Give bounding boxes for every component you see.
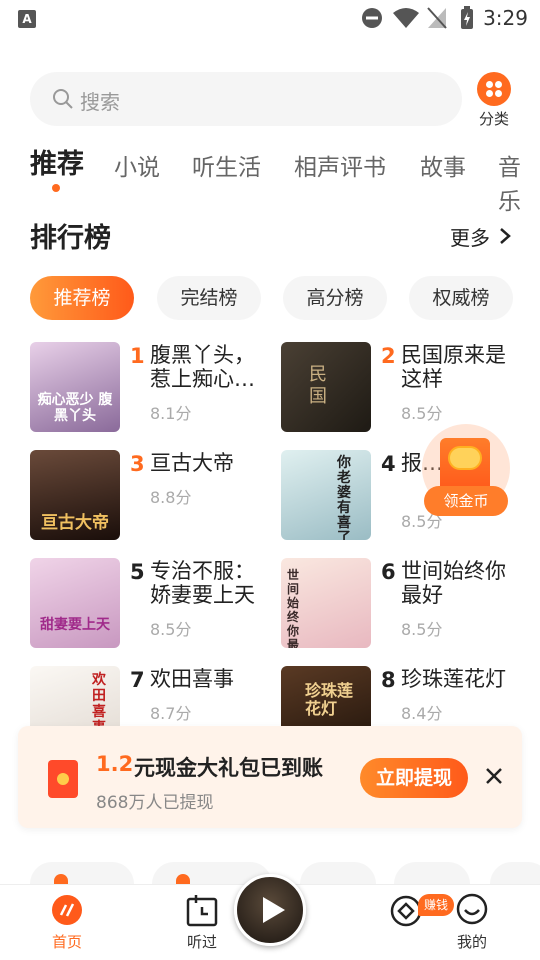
rank-number: 3 [130, 452, 145, 476]
wifi-icon [393, 8, 419, 28]
close-icon[interactable] [484, 766, 504, 786]
nav-history[interactable]: 听过 [162, 885, 242, 960]
book-cover: 你老婆有喜了 [281, 450, 371, 540]
book-item[interactable]: 甜妻要上天 5 专治不服：娇妻要上天 8.5分 [30, 558, 270, 650]
nav-home[interactable]: 首页 [27, 885, 107, 960]
status-bar: A 3:29 [0, 0, 540, 38]
book-title: 腹黑丫头，惹上痴心… [150, 343, 255, 391]
book-score: 8.8分 [150, 488, 192, 507]
book-item[interactable]: 亘古大帝 3 亘古大帝 8.8分 [30, 450, 270, 542]
rank-number: 8 [381, 668, 396, 692]
book-score: 8.5分 [150, 620, 192, 639]
tab-crosstalk[interactable]: 相声评书 [294, 148, 386, 182]
rank-number: 5 [130, 560, 145, 584]
section-title: 排行榜 [30, 223, 111, 254]
book-cover: 世间始终你最好 [281, 558, 371, 648]
chip-high-score[interactable]: 高分榜 [283, 276, 387, 320]
rank-number: 1 [130, 344, 145, 368]
clock: 3:29 [483, 6, 528, 30]
home-icon [52, 895, 82, 925]
chevron-right-icon[interactable] [498, 226, 512, 246]
book-title: 欢田喜事 [150, 667, 234, 691]
coin-icon [448, 446, 482, 470]
search-bar[interactable]: 搜索 [30, 72, 462, 126]
category-label: 分类 [478, 110, 509, 128]
profile-icon [456, 893, 488, 925]
battery-icon [461, 6, 473, 29]
history-icon [186, 895, 218, 927]
earn-badge: 赚钱 [418, 894, 454, 916]
book-score: 8.1分 [150, 404, 192, 423]
book-title: 珍珠莲花灯 [401, 667, 506, 691]
nav-me-label: 我的 [456, 933, 487, 951]
rank-number: 7 [130, 668, 145, 692]
active-tab-indicator [52, 184, 60, 192]
search-placeholder: 搜索 [80, 90, 120, 114]
coin-float[interactable]: 领金币 [420, 424, 512, 518]
coin-float-label: 领金币 [424, 486, 508, 516]
rank-number: 2 [381, 344, 396, 368]
book-cover: 民国 [281, 342, 371, 432]
play-icon [263, 897, 285, 923]
rank-number: 6 [381, 560, 396, 584]
tab-recommend[interactable]: 推荐 [30, 142, 84, 181]
nav-history-label: 听过 [186, 933, 217, 951]
cash-amount: 1.2 [96, 752, 134, 776]
red-packet-icon [48, 760, 78, 798]
book-score: 8.5分 [401, 404, 443, 423]
book-score: 8.5分 [401, 620, 443, 639]
withdraw-button[interactable]: 立即提现 [360, 758, 468, 798]
play-button[interactable] [234, 874, 306, 946]
chip-recommend[interactable]: 推荐榜 [30, 276, 134, 320]
book-cover: 甜妻要上天 [30, 558, 120, 648]
book-cover: 亘古大帝 [30, 450, 120, 540]
chip-authority[interactable]: 权威榜 [409, 276, 513, 320]
book-title: 世间始终你最好 [401, 559, 506, 607]
chip-finished[interactable]: 完结榜 [157, 276, 261, 320]
category-icon [477, 72, 511, 106]
book-title: 民国原来是这样 [401, 343, 506, 391]
cash-message: 元现金大礼包已到账 [134, 756, 323, 780]
no-signal-icon [427, 7, 447, 29]
book-item[interactable]: 世间始终你最好 6 世间始终你最好 8.5分 [281, 558, 521, 650]
book-title: 亘古大帝 [150, 451, 234, 475]
more-link[interactable]: 更多 [450, 222, 490, 251]
notification-icon: A [18, 10, 36, 28]
dnd-icon [362, 8, 382, 28]
cash-gift-banner[interactable]: 1.2 元现金大礼包已到账 868万人已提现 立即提现 [18, 726, 522, 828]
category-button[interactable]: 分类 [474, 72, 514, 128]
tab-story[interactable]: 故事 [420, 148, 466, 182]
search-icon [53, 89, 73, 109]
book-item[interactable]: 民国 2 民国原来是这样 8.5分 [281, 342, 521, 434]
book-score: 8.4分 [401, 704, 443, 723]
cash-subtext: 868万人已提现 [96, 793, 214, 813]
tab-music[interactable]: 音乐 [498, 148, 540, 216]
nav-home-label: 首页 [51, 933, 82, 951]
book-score: 8.7分 [150, 704, 192, 723]
tab-life[interactable]: 听生活 [192, 148, 261, 182]
book-item[interactable]: 痴心恶少 腹黑丫头 1 腹黑丫头，惹上痴心… 8.1分 [30, 342, 270, 434]
book-title: 专治不服：娇妻要上天 [150, 559, 255, 607]
rank-number: 4 [381, 452, 396, 476]
book-cover: 痴心恶少 腹黑丫头 [30, 342, 120, 432]
tab-novel[interactable]: 小说 [114, 148, 160, 182]
